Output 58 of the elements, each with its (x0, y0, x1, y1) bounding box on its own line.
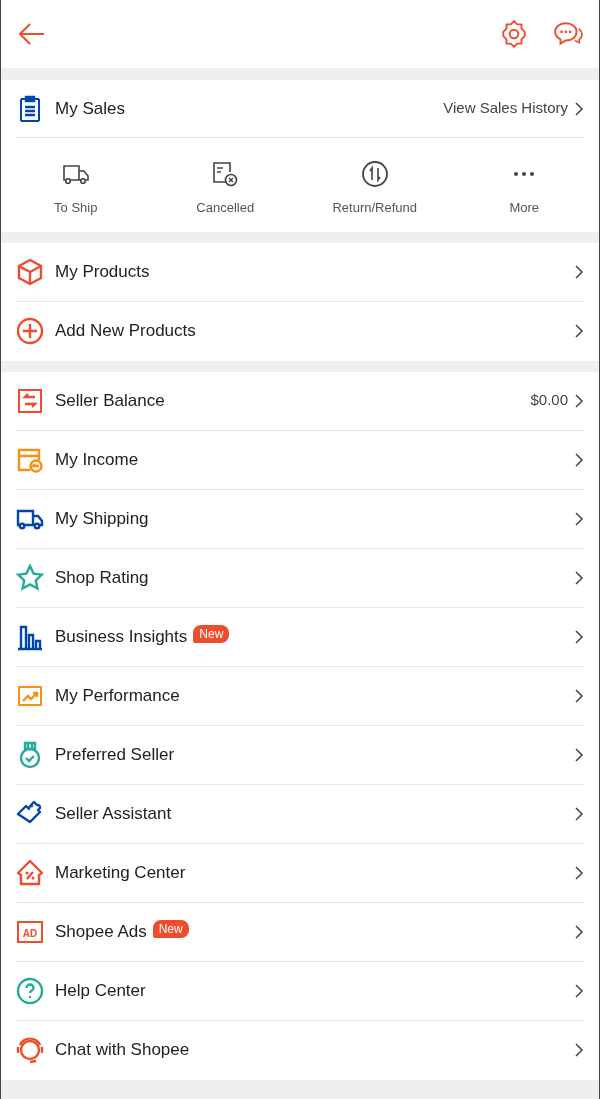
chevron-icon (574, 324, 584, 338)
sales-status-button[interactable]: Cancelled (150, 138, 300, 232)
menu-label: Shopee Ads (55, 920, 147, 943)
chevron-icon (574, 688, 584, 703)
view-sales-history-link[interactable]: View Sales History (443, 97, 584, 120)
chevron-icon (574, 983, 584, 998)
menu-label: My Products (55, 260, 150, 283)
menu-label: Add New Products (55, 320, 196, 343)
new-badge: New (152, 919, 189, 938)
sales-status-button[interactable]: More (449, 138, 599, 232)
menu-item[interactable]: My Shipping (16, 489, 584, 549)
my-sales-row[interactable]: My Sales View Sales History (16, 80, 584, 138)
chevron-icon (574, 924, 584, 939)
menu-label: Help Center (55, 979, 146, 1002)
chevron-icon (574, 101, 584, 116)
sales-status-button[interactable]: Return/Refund (300, 138, 450, 232)
menu-item[interactable]: Preferred Seller (16, 725, 584, 785)
menu-item[interactable]: Marketing Center (16, 843, 584, 903)
menu-item[interactable]: Business Insights New (16, 607, 584, 667)
new-badge: New (193, 624, 230, 643)
menu-label: Chat with Shopee (55, 1039, 190, 1062)
menu-label: Seller Balance (55, 389, 165, 412)
chevron-icon (574, 393, 584, 408)
menu-label: Preferred Seller (55, 743, 175, 766)
menu-item[interactable]: Shop Rating (16, 548, 584, 608)
menu-item[interactable]: Chat with Shopee (16, 1020, 584, 1080)
document-cancel-icon (211, 160, 240, 188)
menu-label: Business Insights (55, 625, 188, 648)
menu-label: My Income (55, 448, 139, 471)
chevron-icon (574, 511, 584, 526)
menu-item[interactable]: My Income (16, 430, 584, 490)
menu-item[interactable]: Help Center (16, 961, 584, 1021)
chevron-icon (574, 806, 584, 821)
menu-item[interactable]: Seller Balance $0.00 (16, 371, 584, 431)
menu-label: Shop Rating (55, 566, 149, 589)
menu-item[interactable]: My Performance (16, 666, 584, 726)
chevron-icon (574, 629, 584, 644)
menu-item[interactable]: My Products (16, 242, 584, 302)
chevron-icon (574, 747, 584, 762)
balance-value: $0.00 (530, 390, 568, 411)
chevron-icon (574, 264, 584, 279)
menu-label: Marketing Center (55, 861, 186, 884)
menu-item[interactable]: AD Shopee Ads New (16, 902, 584, 962)
menu-item[interactable]: Add New Products (16, 301, 584, 361)
chevron-icon (574, 452, 584, 467)
menu-label: My Shipping (55, 507, 149, 530)
more-icon (514, 172, 535, 176)
sales-status-button[interactable]: To Ship (1, 138, 151, 232)
settings-icon (499, 19, 529, 49)
menu-label: My Performance (55, 684, 180, 707)
menu-item[interactable]: Seller Assistant (16, 784, 584, 844)
section-title: My Sales (55, 97, 125, 120)
swap-arrows-icon (360, 160, 389, 188)
menu-label: Seller Assistant (55, 802, 172, 825)
chevron-icon (574, 570, 584, 585)
chevron-icon (574, 1043, 584, 1057)
settings-button[interactable] (499, 19, 529, 49)
chevron-icon (574, 865, 584, 880)
